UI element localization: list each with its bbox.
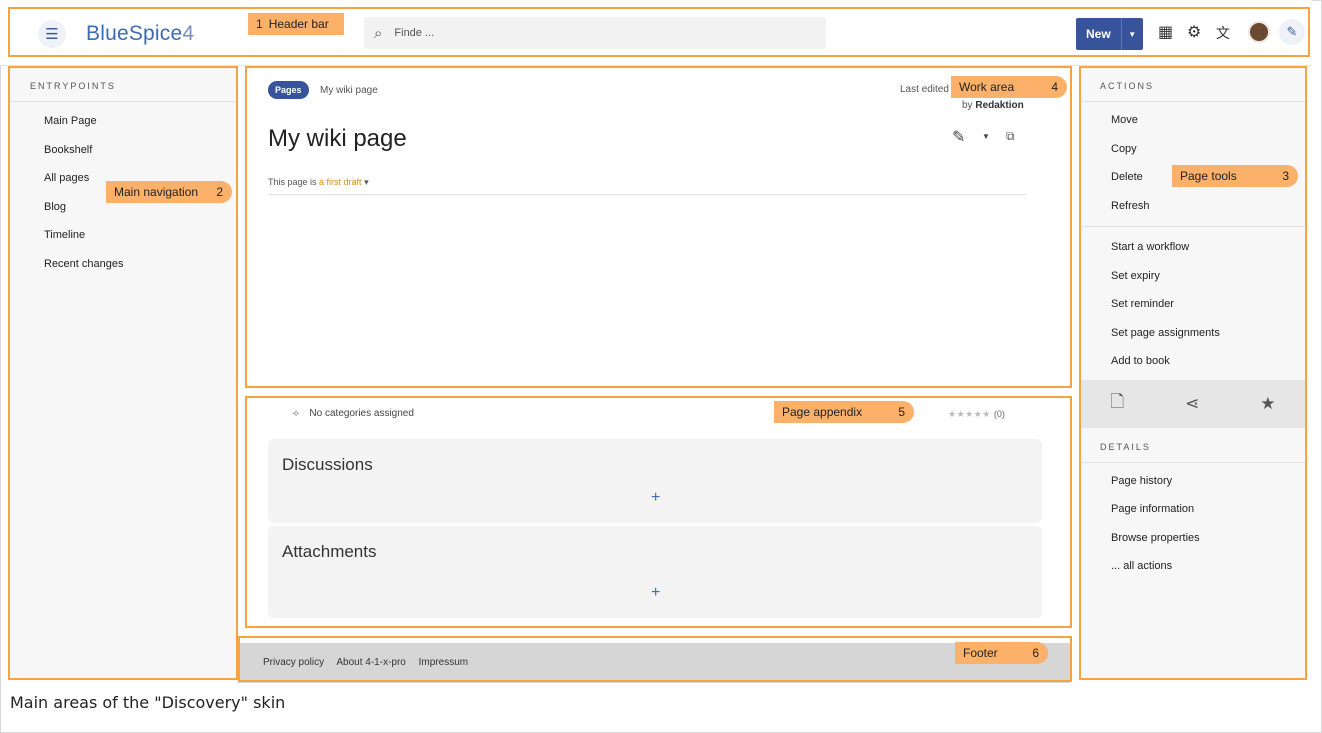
annotation-box-footer — [238, 636, 1072, 682]
annotation-text: Page appendix — [782, 405, 863, 419]
annotation-text: Header bar — [268, 17, 329, 31]
annotation-box-header — [8, 7, 1310, 57]
annotation-label-page-tools: Page tools 3 — [1172, 165, 1298, 187]
annotation-label-header: 1 Header bar — [248, 13, 344, 35]
annotation-box-appendix — [245, 396, 1072, 628]
annotation-text: Work area — [959, 80, 1015, 94]
annotation-box-work-area — [245, 66, 1072, 388]
annotation-box-navigation — [8, 66, 238, 680]
annotation-number: 6 — [1032, 646, 1039, 660]
annotation-number: 1 — [256, 17, 263, 31]
annotation-number: 5 — [898, 405, 905, 419]
annotation-label-footer: Footer 6 — [955, 642, 1048, 664]
annotation-label-work-area: Work area 4 — [951, 76, 1067, 98]
annotation-text: Main navigation — [114, 185, 199, 199]
annotation-label-navigation: Main navigation 2 — [106, 181, 232, 203]
annotation-box-page-tools — [1079, 66, 1307, 680]
annotation-text: Page tools — [1180, 169, 1237, 183]
annotation-label-appendix: Page appendix 5 — [774, 401, 914, 423]
annotation-number: 4 — [1051, 80, 1058, 94]
annotation-number: 2 — [216, 185, 223, 199]
annotation-text: Footer — [963, 646, 998, 660]
image-caption: Main areas of the "Discovery" skin — [10, 693, 286, 712]
annotation-number: 3 — [1282, 169, 1289, 183]
